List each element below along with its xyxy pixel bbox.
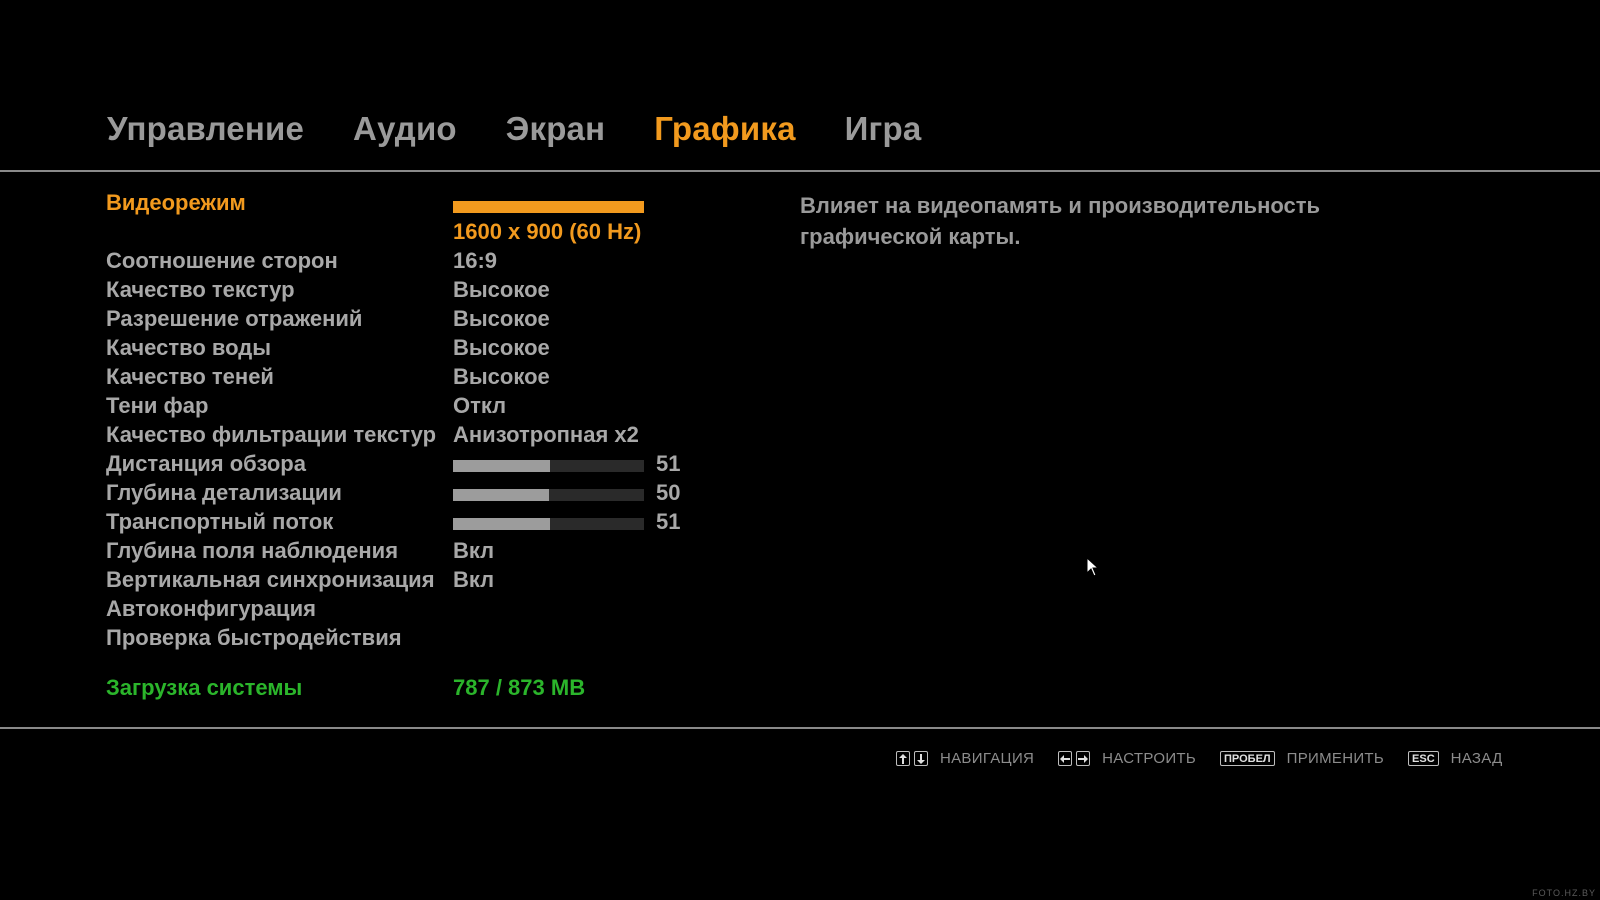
setting-texture-quality[interactable]: Качество текстур Высокое (106, 277, 786, 305)
tab-audio[interactable]: Аудио (353, 110, 457, 148)
setting-label: Глубина детализации (106, 480, 342, 505)
setting-headlight-shadows[interactable]: Тени фар Откл (106, 393, 786, 421)
benchmark-button[interactable]: Проверка быстродействия (106, 625, 786, 653)
setting-label: Качество теней (106, 364, 274, 389)
setting-label: Тени фар (106, 393, 209, 418)
setting-video-mode[interactable]: Видеорежим (106, 190, 786, 218)
slider-value: 51 (656, 451, 681, 476)
slider-fill (453, 489, 549, 501)
setting-value: 1600 x 900 (60 Hz) (453, 219, 642, 244)
tab-bar: Управление Аудио Экран Графика Игра (107, 110, 970, 148)
arrow-up-key-icon (896, 751, 910, 766)
hint-adjust: НАСТРОИТЬ (1058, 750, 1196, 767)
setting-value: 16:9 (453, 248, 498, 273)
system-load-status: Загрузка системы 787 / 873 MB (106, 675, 786, 703)
space-key-icon: ПРОБЕЛ (1220, 751, 1275, 766)
arrow-down-key-icon (914, 751, 928, 766)
hint-apply: ПРОБЕЛ ПРИМЕНИТЬ (1220, 750, 1384, 767)
setting-texture-filter[interactable]: Качество фильтрации текстур Анизотропная… (106, 422, 786, 450)
setting-label: Глубина поля наблюдения (106, 538, 399, 563)
setting-value: Откл (453, 393, 507, 418)
watermark: FOTO.HZ.BY (1532, 888, 1596, 898)
setting-label: Качество фильтрации текстур (106, 422, 437, 447)
key-hints: НАВИГАЦИЯ НАСТРОИТЬ ПРОБЕЛ ПРИМЕНИТЬ ESC… (896, 750, 1527, 767)
hint-label: ПРИМЕНИТЬ (1286, 750, 1385, 767)
hint-label: НАСТРОИТЬ (1102, 750, 1197, 767)
hint-navigate: НАВИГАЦИЯ (896, 750, 1034, 767)
setting-description: Влияет на видеопамять и производительнос… (800, 193, 1321, 249)
setting-label: Транспортный поток (106, 509, 334, 534)
setting-detail-distance[interactable]: Глубина детализации 50 (106, 480, 786, 508)
esc-key-icon: ESC (1408, 751, 1439, 766)
hint-back: ESC НАЗАД (1408, 750, 1503, 767)
setting-value: Высокое (453, 364, 550, 389)
setting-label: Дистанция обзора (106, 451, 306, 476)
setting-shadow-quality[interactable]: Качество теней Высокое (106, 364, 786, 392)
setting-label: Видеорежим (106, 190, 246, 215)
setting-vsync[interactable]: Вертикальная синхронизация Вкл (106, 567, 786, 595)
setting-value: Высокое (453, 306, 550, 331)
top-divider (0, 170, 1600, 172)
detail-distance-slider[interactable] (453, 489, 644, 501)
tab-controls[interactable]: Управление (107, 110, 304, 148)
setting-value: Вкл (453, 567, 495, 592)
mouse-cursor-icon (1086, 557, 1100, 577)
setting-label: Разрешение отражений (106, 306, 363, 331)
setting-view-distance[interactable]: Дистанция обзора 51 (106, 451, 786, 479)
vehicle-density-slider[interactable] (453, 518, 644, 530)
setting-video-mode-value[interactable]: 1600 x 900 (60 Hz) (106, 219, 786, 247)
setting-aspect-ratio[interactable]: Соотношение сторон 16:9 (106, 248, 786, 276)
status-label: Загрузка системы (106, 675, 303, 700)
arrow-right-key-icon (1076, 751, 1091, 766)
view-distance-slider[interactable] (453, 460, 644, 472)
slider-fill (453, 460, 551, 472)
setting-label: Качество текстур (106, 277, 295, 302)
arrow-left-key-icon (1058, 751, 1073, 766)
status-value: 787 / 873 MB (453, 675, 586, 700)
setting-value: Высокое (453, 335, 550, 360)
setting-label: Проверка быстродействия (106, 625, 402, 650)
slider-value: 50 (656, 480, 681, 505)
setting-depth-of-field[interactable]: Глубина поля наблюдения Вкл (106, 538, 786, 566)
slider-fill (453, 518, 551, 530)
setting-vehicle-density[interactable]: Транспортный поток 51 (106, 509, 786, 537)
setting-reflection-resolution[interactable]: Разрешение отражений Высокое (106, 306, 786, 334)
setting-label: Соотношение сторон (106, 248, 338, 273)
setting-value: Анизотропная x2 (453, 422, 639, 447)
tab-graphics[interactable]: Графика (654, 110, 795, 148)
setting-value: Вкл (453, 538, 495, 563)
setting-water-quality[interactable]: Качество воды Высокое (106, 335, 786, 363)
tab-display[interactable]: Экран (506, 110, 605, 148)
autoconfig-button[interactable]: Автоконфигурация (106, 596, 786, 624)
setting-label: Вертикальная синхронизация (106, 567, 435, 592)
bottom-divider (0, 727, 1600, 729)
setting-label: Автоконфигурация (106, 596, 316, 621)
hint-label: НАЗАД (1450, 750, 1503, 767)
slider-value: 51 (656, 509, 681, 534)
setting-label: Качество воды (106, 335, 272, 360)
setting-value: Высокое (453, 277, 550, 302)
tab-game[interactable]: Игра (845, 110, 922, 148)
hint-label: НАВИГАЦИЯ (940, 750, 1035, 767)
selection-highlight-bar (453, 201, 644, 213)
